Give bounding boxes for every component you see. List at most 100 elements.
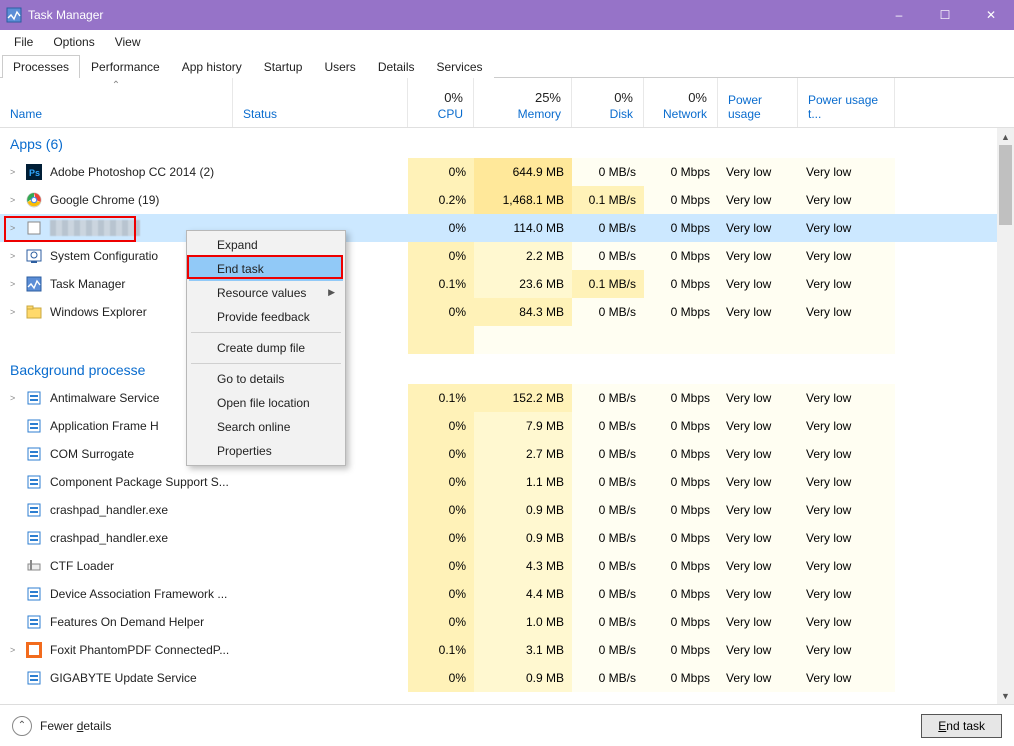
memory-cell: 0.9 MB	[474, 524, 572, 552]
process-row[interactable]: Features On Demand Helper0%1.0 MB0 MB/s0…	[0, 608, 997, 636]
process-row[interactable]: >0%114.0 MB0 MB/s0 MbpsVery lowVery low	[0, 214, 997, 242]
footer: ⌃ Fewer details End task	[0, 704, 1014, 746]
menu-item-create-dump-file[interactable]: Create dump file	[189, 336, 343, 360]
cpu-cell: 0%	[408, 214, 474, 242]
maximize-button[interactable]: ☐	[922, 0, 968, 30]
col-network[interactable]: 0%Network	[644, 78, 718, 127]
cpu-cell: 0%	[408, 412, 474, 440]
menu-item-go-to-details[interactable]: Go to details	[189, 367, 343, 391]
fewer-details-button[interactable]: ⌃ Fewer details	[12, 716, 111, 736]
network-cell: 0 Mbps	[644, 242, 718, 270]
network-cell: 0 Mbps	[644, 214, 718, 242]
process-row[interactable]: >System Configuratio0%2.2 MB0 MB/s0 Mbps…	[0, 242, 997, 270]
col-power-usage[interactable]: Power usage	[718, 78, 798, 127]
memory-cell: 114.0 MB	[474, 214, 572, 242]
process-row[interactable]: Application Frame H0%7.9 MB0 MB/s0 MbpsV…	[0, 412, 997, 440]
menu-item-provide-feedback[interactable]: Provide feedback	[189, 305, 343, 329]
tab-processes[interactable]: Processes	[2, 55, 80, 78]
cpu-cell: 0.1%	[408, 636, 474, 664]
tab-startup[interactable]: Startup	[253, 55, 314, 78]
scroll-thumb[interactable]	[999, 145, 1012, 225]
menu-item-search-online[interactable]: Search online	[189, 415, 343, 439]
disk-cell: 0 MB/s	[572, 298, 644, 326]
expand-chevron-icon[interactable]: >	[10, 167, 20, 177]
power-usage-trend-cell: Very low	[798, 664, 895, 692]
process-row[interactable]: CTF Loader0%4.3 MB0 MB/s0 MbpsVery lowVe…	[0, 552, 997, 580]
menu-file[interactable]: File	[4, 33, 43, 51]
menu-view[interactable]: View	[105, 33, 151, 51]
taskmgr-icon	[6, 7, 22, 23]
process-row[interactable]: >PsAdobe Photoshop CC 2014 (2)0%644.9 MB…	[0, 158, 997, 186]
process-row[interactable]: >Task Manager0.1%23.6 MB0.1 MB/s0 MbpsVe…	[0, 270, 997, 298]
disk-cell: 0 MB/s	[572, 664, 644, 692]
power-usage-trend-cell: Very low	[798, 552, 895, 580]
memory-cell: 152.2 MB	[474, 384, 572, 412]
expand-chevron-icon[interactable]: >	[10, 645, 20, 655]
process-row[interactable]: Device Association Framework ...0%4.4 MB…	[0, 580, 997, 608]
scrollbar-vertical[interactable]: ▲ ▼	[997, 128, 1014, 704]
svg-text:Ps: Ps	[29, 168, 40, 178]
expand-chevron-icon[interactable]: >	[10, 279, 20, 289]
process-row[interactable]: Component Package Support S...0%1.1 MB0 …	[0, 468, 997, 496]
process-row[interactable]: crashpad_handler.exe0%0.9 MB0 MB/s0 Mbps…	[0, 524, 997, 552]
col-cpu[interactable]: 0%CPU	[408, 78, 474, 127]
app-icon	[26, 418, 42, 434]
tab-services[interactable]: Services	[426, 55, 494, 78]
col-memory[interactable]: 25%Memory	[474, 78, 572, 127]
scroll-up-button[interactable]: ▲	[997, 128, 1014, 145]
disk-cell: 0.1 MB/s	[572, 270, 644, 298]
expand-chevron-icon[interactable]: >	[10, 195, 20, 205]
expand-chevron-icon[interactable]: >	[10, 307, 20, 317]
disk-cell: 0 MB/s	[572, 608, 644, 636]
process-row[interactable]: >Windows Explorer0%84.3 MB0 MB/s0 MbpsVe…	[0, 298, 997, 326]
process-row[interactable]: >Google Chrome (19)0.2%1,468.1 MB0.1 MB/…	[0, 186, 997, 214]
process-row[interactable]: GIGABYTE Update Service0%0.9 MB0 MB/s0 M…	[0, 664, 997, 692]
col-disk[interactable]: 0%Disk	[572, 78, 644, 127]
sort-arrow-icon: ⌃	[112, 80, 120, 91]
expand-chevron-icon[interactable]: >	[10, 251, 20, 261]
context-menu[interactable]: ExpandEnd taskResource values▶Provide fe…	[186, 230, 346, 466]
tab-users[interactable]: Users	[313, 55, 366, 78]
expand-chevron-icon[interactable]: >	[10, 223, 20, 233]
disk-cell: 0 MB/s	[572, 242, 644, 270]
menu-item-end-task[interactable]: End task	[189, 257, 343, 281]
app-icon	[26, 446, 42, 462]
process-list[interactable]: Apps (6)>PsAdobe Photoshop CC 2014 (2)0%…	[0, 128, 997, 704]
tab-app-history[interactable]: App history	[171, 55, 253, 78]
process-row[interactable]: >Antimalware Service0.1%152.2 MB0 MB/s0 …	[0, 384, 997, 412]
menu-item-expand[interactable]: Expand	[189, 233, 343, 257]
power-usage-trend-cell: Very low	[798, 412, 895, 440]
power-usage-trend-cell: Very low	[798, 186, 895, 214]
menu-separator	[191, 332, 341, 333]
end-task-button[interactable]: End task	[921, 714, 1002, 738]
power-usage-cell: Very low	[718, 440, 798, 468]
app-icon	[26, 586, 42, 602]
col-power-usage-trend[interactable]: Power usage t...	[798, 78, 895, 127]
minimize-button[interactable]: –	[876, 0, 922, 30]
app-icon	[26, 474, 42, 490]
scroll-track[interactable]	[997, 145, 1014, 687]
app-icon: Ps	[26, 164, 42, 180]
col-status[interactable]: Status	[233, 78, 408, 127]
memory-cell: 2.2 MB	[474, 242, 572, 270]
menu-item-resource-values[interactable]: Resource values▶	[189, 281, 343, 305]
process-row[interactable]: >Foxit PhantomPDF ConnectedP...0.1%3.1 M…	[0, 636, 997, 664]
column-headers: ⌃ Name Status 0%CPU 25%Memory 0%Disk 0%N…	[0, 78, 1014, 128]
cpu-cell: 0%	[408, 552, 474, 580]
close-button[interactable]: ✕	[968, 0, 1014, 30]
menu-options[interactable]: Options	[43, 33, 104, 51]
power-usage-trend-cell: Very low	[798, 496, 895, 524]
tab-performance[interactable]: Performance	[80, 55, 171, 78]
menu-item-open-file-location[interactable]: Open file location	[189, 391, 343, 415]
tab-details[interactable]: Details	[367, 55, 426, 78]
process-row[interactable]: crashpad_handler.exe0%0.9 MB0 MB/s0 Mbps…	[0, 496, 997, 524]
power-usage-trend-cell: Very low	[798, 636, 895, 664]
col-name[interactable]: ⌃ Name	[0, 78, 233, 127]
power-usage-trend-cell: Very low	[798, 608, 895, 636]
group-bg-header: Background processe	[0, 354, 997, 384]
menu-item-properties[interactable]: Properties	[189, 439, 343, 463]
process-row[interactable]: COM Surrogate0%2.7 MB0 MB/s0 MbpsVery lo…	[0, 440, 997, 468]
expand-chevron-icon[interactable]: >	[10, 393, 20, 403]
scroll-down-button[interactable]: ▼	[997, 687, 1014, 704]
redacted-name	[50, 220, 140, 236]
